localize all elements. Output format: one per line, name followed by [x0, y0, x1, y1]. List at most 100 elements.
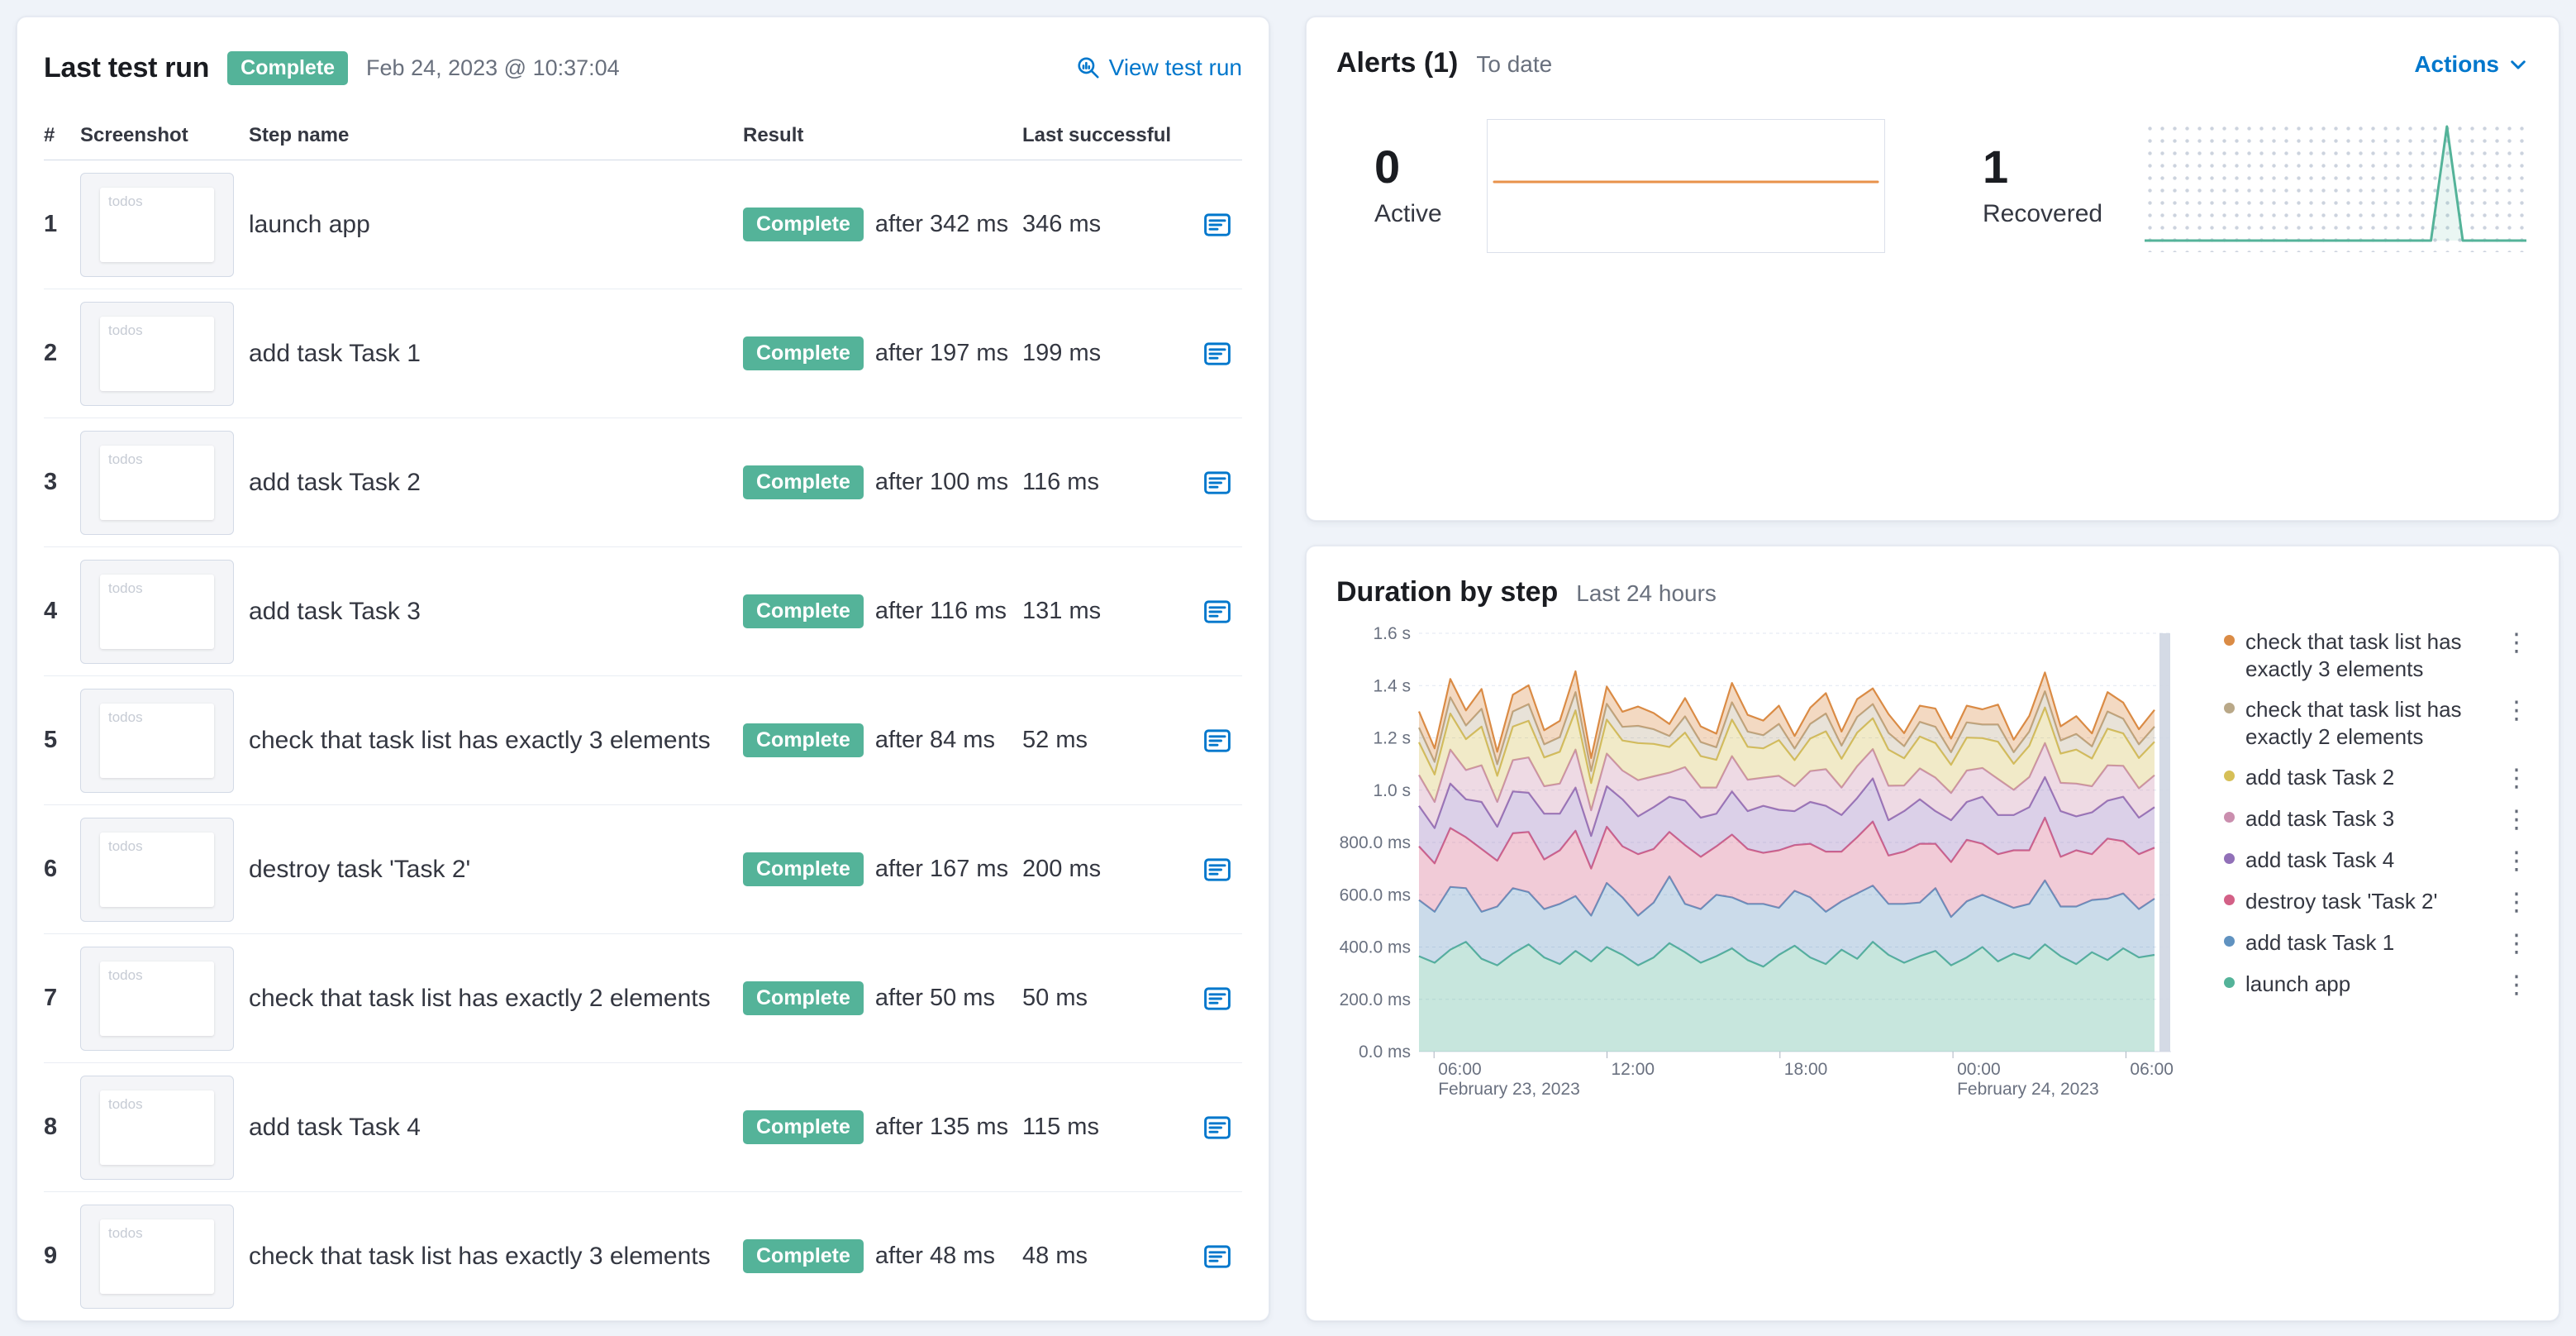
thumbnail-content: todos: [100, 832, 214, 907]
legend-item[interactable]: destroy task 'Task 2' ⋮: [2224, 888, 2529, 915]
duration-legend: check that task list has exactly 3 eleme…: [2224, 628, 2529, 1109]
step-number: 8: [44, 1114, 58, 1140]
step-detail-button[interactable]: [1193, 597, 1242, 627]
alerts-title: Alerts (1): [1336, 47, 1459, 79]
svg-text:06:00: 06:00: [2130, 1060, 2174, 1079]
step-detail-icon: [1204, 341, 1231, 365]
legend-item-menu-icon[interactable]: ⋮: [2504, 628, 2529, 656]
thumbnail-content: todos: [100, 574, 214, 649]
step-screenshot-thumbnail[interactable]: todos: [80, 301, 234, 406]
last-test-run-timestamp: Feb 24, 2023 @ 10:37:04: [366, 55, 620, 80]
legend-item[interactable]: add task Task 2 ⋮: [2224, 764, 2529, 791]
step-detail-icon: [1204, 599, 1231, 623]
step-screenshot-thumbnail[interactable]: todos: [80, 1204, 234, 1309]
thumbnail-content: todos: [100, 316, 214, 391]
step-screenshot-thumbnail[interactable]: todos: [80, 430, 234, 535]
step-detail-button[interactable]: [1193, 855, 1242, 885]
step-name: check that task list has exactly 3 eleme…: [249, 727, 711, 754]
svg-text:0.0 ms: 0.0 ms: [1359, 1043, 1411, 1062]
step-screenshot-thumbnail[interactable]: todos: [80, 688, 234, 793]
step-number: 6: [44, 856, 58, 882]
legend-item-menu-icon[interactable]: ⋮: [2504, 888, 2529, 915]
legend-label: add task Task 3: [2245, 806, 2395, 831]
step-last-successful: 116 ms: [1022, 469, 1099, 495]
legend-label: add task Task 4: [2245, 847, 2395, 872]
legend-item-menu-icon[interactable]: ⋮: [2504, 971, 2529, 998]
legend-item[interactable]: launch app ⋮: [2224, 971, 2529, 998]
legend-item[interactable]: check that task list has exactly 3 eleme…: [2224, 628, 2529, 682]
duration-by-step-panel: Duration by step Last 24 hours 0.0 ms 200…: [1306, 546, 2559, 1321]
step-last-successful: 50 ms: [1022, 985, 1088, 1011]
column-header-number: #: [44, 124, 55, 146]
step-name: add task Task 3: [249, 598, 421, 625]
step-duration: after 116 ms: [874, 598, 1007, 624]
step-detail-icon: [1204, 728, 1231, 752]
step-screenshot-thumbnail[interactable]: todos: [80, 172, 234, 277]
step-last-successful: 52 ms: [1022, 727, 1088, 753]
step-detail-button[interactable]: [1193, 468, 1242, 498]
step-detail-button[interactable]: [1193, 210, 1242, 240]
step-detail-button[interactable]: [1193, 1242, 1242, 1272]
step-detail-button[interactable]: [1193, 984, 1242, 1014]
step-last-successful: 48 ms: [1022, 1243, 1088, 1269]
active-alerts-count: 0: [1374, 141, 1401, 193]
step-name: check that task list has exactly 2 eleme…: [249, 985, 711, 1012]
legend-label: add task Task 2: [2245, 765, 2395, 790]
duration-chart-area: 0.0 ms 200.0 ms 400.0 ms 600.0 ms 800.0 ms 1.…: [1336, 622, 2529, 1109]
legend-item-menu-icon[interactable]: ⋮: [2504, 764, 2529, 791]
alerts-actions-dropdown[interactable]: Actions: [2414, 51, 2529, 78]
view-test-run-label: View test run: [1108, 55, 1242, 80]
step-name: add task Task 4: [249, 1114, 421, 1141]
alerts-panel: Alerts (1) To date Actions 0 Active 1 Re…: [1306, 17, 2559, 521]
step-status-badge: Complete: [743, 594, 864, 628]
alerts-subtitle: To date: [1476, 51, 1553, 77]
step-detail-icon: [1204, 1244, 1231, 1268]
step-duration: after 100 ms: [874, 469, 1009, 495]
svg-text:800.0 ms: 800.0 ms: [1340, 833, 1411, 852]
inspect-icon: [1078, 57, 1099, 79]
thumbnail-app-title: todos: [108, 193, 143, 209]
legend-item-menu-icon[interactable]: ⋮: [2504, 929, 2529, 957]
svg-text:200.0 ms: 200.0 ms: [1340, 990, 1411, 1009]
legend-label: destroy task 'Task 2': [2245, 889, 2438, 914]
step-screenshot-thumbnail[interactable]: todos: [80, 946, 234, 1051]
step-status-badge: Complete: [743, 852, 864, 886]
step-duration: after 50 ms: [874, 985, 995, 1011]
legend-item[interactable]: add task Task 1 ⋮: [2224, 929, 2529, 957]
thumbnail-app-title: todos: [108, 451, 143, 467]
active-alerts-stat: 0 Active: [1374, 144, 1487, 228]
active-alerts-label: Active: [1374, 200, 1442, 227]
step-detail-button[interactable]: [1193, 339, 1242, 369]
step-screenshot-thumbnail[interactable]: todos: [80, 559, 234, 664]
legend-item[interactable]: add task Task 3 ⋮: [2224, 805, 2529, 833]
step-last-successful: 346 ms: [1022, 211, 1102, 237]
table-row: 4 todos add task Task 3 Complete after 11…: [44, 547, 1242, 676]
legend-item-menu-icon[interactable]: ⋮: [2504, 847, 2529, 874]
legend-item[interactable]: check that task list has exactly 2 eleme…: [2224, 696, 2529, 750]
column-header-last-successful: Last successful: [1022, 124, 1172, 146]
step-screenshot-thumbnail[interactable]: todos: [80, 1075, 234, 1180]
alerts-stats-row: 0 Active 1 Recovered: [1336, 119, 2530, 253]
step-name: add task Task 1: [249, 340, 421, 367]
thumbnail-content: todos: [100, 961, 214, 1036]
thumbnail-content: todos: [100, 703, 214, 778]
thumbnail-content: todos: [100, 187, 214, 262]
step-detail-button[interactable]: [1193, 726, 1242, 756]
step-number: 3: [44, 469, 58, 495]
svg-text:400.0 ms: 400.0 ms: [1340, 938, 1411, 957]
svg-text:February 24, 2023: February 24, 2023: [1957, 1080, 2099, 1099]
step-name: check that task list has exactly 3 eleme…: [249, 1243, 711, 1270]
thumbnail-app-title: todos: [108, 966, 143, 983]
thumbnail-content: todos: [100, 1219, 214, 1294]
table-row: 2 todos add task Task 1 Complete after 19…: [44, 289, 1242, 418]
thumbnail-app-title: todos: [108, 709, 143, 725]
view-test-run-link[interactable]: View test run: [1076, 55, 1242, 81]
recovered-alerts-count: 1: [1983, 141, 2009, 193]
legend-item-menu-icon[interactable]: ⋮: [2504, 805, 2529, 833]
legend-color-dot: [2224, 635, 2235, 646]
legend-item-menu-icon[interactable]: ⋮: [2504, 696, 2529, 723]
legend-item[interactable]: add task Task 4 ⋮: [2224, 847, 2529, 874]
step-screenshot-thumbnail[interactable]: todos: [80, 817, 234, 922]
step-detail-button[interactable]: [1193, 1113, 1242, 1143]
svg-text:1.2 s: 1.2 s: [1373, 729, 1411, 748]
